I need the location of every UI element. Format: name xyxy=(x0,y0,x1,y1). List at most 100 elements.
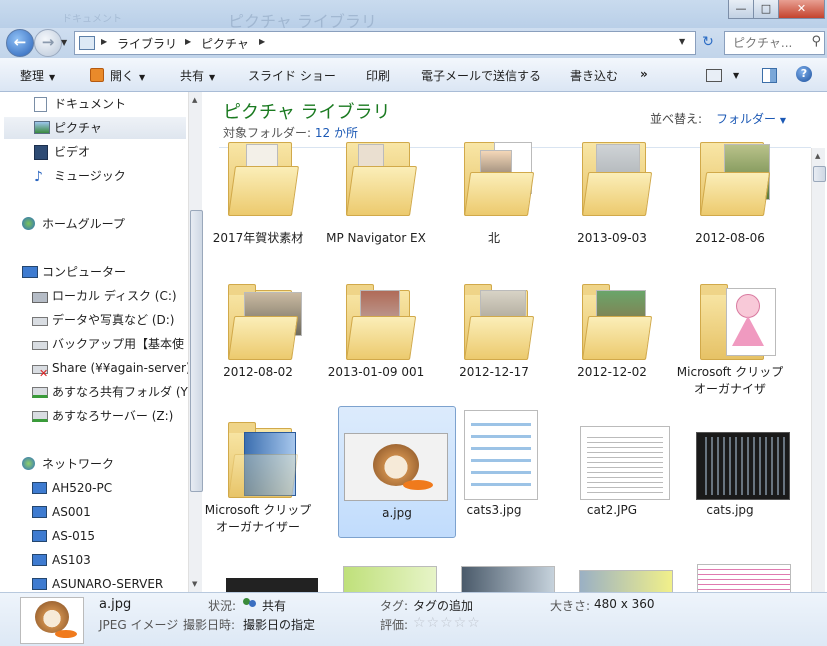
breadcrumb-arrow-icon[interactable]: ▶ xyxy=(259,37,265,46)
organize-button[interactable]: 整理 ▼ xyxy=(20,67,55,84)
share-button[interactable]: 共有 ▼ xyxy=(180,67,215,84)
status-value: 共有 xyxy=(262,599,287,613)
tags-label: タグ: xyxy=(380,599,409,613)
search-box[interactable]: ⚲ xyxy=(724,31,825,55)
recent-pages-dropdown[interactable]: ▼ xyxy=(61,38,67,47)
item-label: MP Navigator EX xyxy=(326,231,426,245)
breadcrumb-libraries[interactable]: ライブラリ xyxy=(117,35,177,52)
nav-item-homegroup[interactable]: ホームグループ xyxy=(22,213,208,235)
folder-item[interactable]: 2012-12-02 xyxy=(554,268,670,398)
view-options-icon[interactable] xyxy=(706,69,722,82)
sort-label: 並べ替え: xyxy=(650,112,703,126)
folder-item[interactable]: 2012-12-17 xyxy=(436,268,552,398)
picture-icon xyxy=(34,121,50,134)
nav-item-pictures[interactable]: ピクチャ xyxy=(4,117,186,139)
screenshot-thumbnail xyxy=(464,410,538,500)
maximize-button[interactable]: □ xyxy=(753,0,779,19)
image-item[interactable]: cats.jpg xyxy=(672,406,790,536)
nav-item-label: ピクチャ xyxy=(54,121,102,135)
email-button[interactable]: 電子メールで送信する xyxy=(421,67,541,84)
network-computer-icon xyxy=(32,530,47,542)
content-scrollbar-thumb[interactable] xyxy=(813,166,826,182)
rating-label: 評価: xyxy=(380,618,409,632)
nav-item-label: ネットワーク xyxy=(42,457,115,471)
share-label: 共有 xyxy=(180,69,205,83)
date-label: 撮影日時: xyxy=(183,618,236,632)
folder-item[interactable]: 2017年賀状素材 xyxy=(200,142,316,278)
folder-icon xyxy=(208,268,308,360)
search-input[interactable] xyxy=(725,32,811,54)
open-app-icon xyxy=(90,68,104,82)
folder-item[interactable]: MP Navigator EX xyxy=(318,142,434,278)
nav-item-label: データや写真など (D:) xyxy=(52,313,175,327)
search-icon[interactable]: ⚲ xyxy=(811,34,821,49)
image-thumbnail-partial[interactable] xyxy=(579,570,673,594)
rating-stars[interactable]: ☆☆☆☆☆ xyxy=(413,615,481,631)
address-dropdown-icon[interactable]: ▼ xyxy=(679,37,685,46)
image-thumbnail-partial[interactable] xyxy=(461,566,555,594)
minimize-button[interactable]: — xyxy=(728,0,754,19)
print-button[interactable]: 印刷 xyxy=(366,67,390,84)
folder-icon xyxy=(444,132,544,224)
view-dropdown-icon[interactable]: ▼ xyxy=(733,71,739,80)
folder-icon xyxy=(680,132,780,224)
content-scrollbar[interactable]: ▲ xyxy=(811,148,826,592)
breadcrumb-arrow-icon[interactable]: ▶ xyxy=(185,37,191,46)
breadcrumb-pictures[interactable]: ピクチャ xyxy=(201,35,249,52)
help-icon[interactable]: ? xyxy=(796,66,812,82)
folder-item[interactable]: 2012-08-02 xyxy=(200,268,316,398)
folder-item[interactable]: 2013-01-09 001 xyxy=(318,268,434,398)
folder-item[interactable]: 北 xyxy=(436,142,552,278)
breadcrumb-arrow-icon[interactable]: ▶ xyxy=(101,37,107,46)
scroll-up-icon[interactable]: ▲ xyxy=(192,96,197,104)
network-icon xyxy=(22,457,35,470)
nav-item-label: あすなろサーバー (Z:) xyxy=(52,409,174,423)
network-drive-icon xyxy=(32,387,48,398)
nav-item-network[interactable]: ネットワーク xyxy=(22,453,208,475)
item-label: 2012-08-06 xyxy=(695,231,765,245)
slideshow-button[interactable]: スライド ショー xyxy=(248,67,336,84)
image-item[interactable]: cats3.jpg xyxy=(436,406,552,536)
size-value: 480 x 360 xyxy=(594,597,655,611)
preview-pane-icon[interactable] xyxy=(762,68,777,83)
close-button[interactable]: ✕ xyxy=(778,0,825,19)
command-bar: 整理 ▼ 開く ▼ 共有 ▼ スライド ショー 印刷 電子メールで送信する 書き込む … xyxy=(0,58,827,92)
forward-button[interactable]: → xyxy=(34,29,62,57)
chevron-down-icon: ▼ xyxy=(209,73,216,82)
refresh-icon[interactable]: ↻ xyxy=(698,32,718,52)
scroll-up-icon[interactable]: ▲ xyxy=(815,152,820,160)
folder-item[interactable]: 2013-09-03 xyxy=(554,142,670,278)
back-button[interactable]: ← xyxy=(6,29,34,57)
address-bar[interactable]: ▶ ライブラリ ▶ ピクチャ ▶ ▼ xyxy=(74,31,696,55)
title-bar: ドキュメント ピクチャ ライブラリ — □ ✕ xyxy=(0,0,827,31)
burn-button[interactable]: 書き込む xyxy=(570,67,618,84)
folder-item[interactable]: Microsoft クリップ オーガナイザー xyxy=(200,406,316,536)
image-item[interactable]: cat2.JPG xyxy=(554,406,670,536)
nav-item-label: ビデオ xyxy=(54,145,91,159)
image-thumbnail-partial[interactable] xyxy=(343,566,437,594)
image-thumbnail-partial[interactable] xyxy=(226,578,318,592)
sort-dropdown[interactable]: フォルダー ▼ xyxy=(716,110,786,127)
document-thumbnail xyxy=(580,426,670,500)
navigation-pane: ドキュメント ピクチャ ビデオ ♪ ミュージック ホームグループ コンピューター… xyxy=(0,92,203,592)
folder-icon xyxy=(208,132,308,224)
nav-item-label: Share (¥¥again-server) xyxy=(52,361,191,375)
more-commands-button[interactable]: » xyxy=(640,67,648,81)
scroll-down-icon[interactable]: ▼ xyxy=(192,580,197,588)
status-label: 状況: xyxy=(208,599,237,613)
chevron-down-icon: ▼ xyxy=(139,73,146,82)
nav-item-label: AH520-PC xyxy=(52,481,113,495)
network-computer-icon xyxy=(32,506,47,518)
item-label: cat2.JPG xyxy=(586,503,638,517)
folder-item[interactable]: Microsoft クリップ オーガナイザ xyxy=(672,268,788,398)
nav-item-computer[interactable]: コンピューター xyxy=(22,261,208,283)
item-label: Microsoft クリップ オーガナイザ xyxy=(676,365,784,396)
date-value-field[interactable]: 撮影日の指定 xyxy=(243,616,315,633)
image-thumbnail-partial[interactable] xyxy=(697,564,791,594)
nav-item-label: ミュージック xyxy=(54,169,126,183)
folder-item[interactable]: 2012-08-06 xyxy=(672,142,788,278)
dark-screenshot-thumbnail xyxy=(696,432,790,500)
tags-field[interactable]: タグの追加 xyxy=(413,597,473,614)
folder-icon xyxy=(326,132,426,224)
open-button[interactable]: 開く ▼ xyxy=(90,67,145,84)
